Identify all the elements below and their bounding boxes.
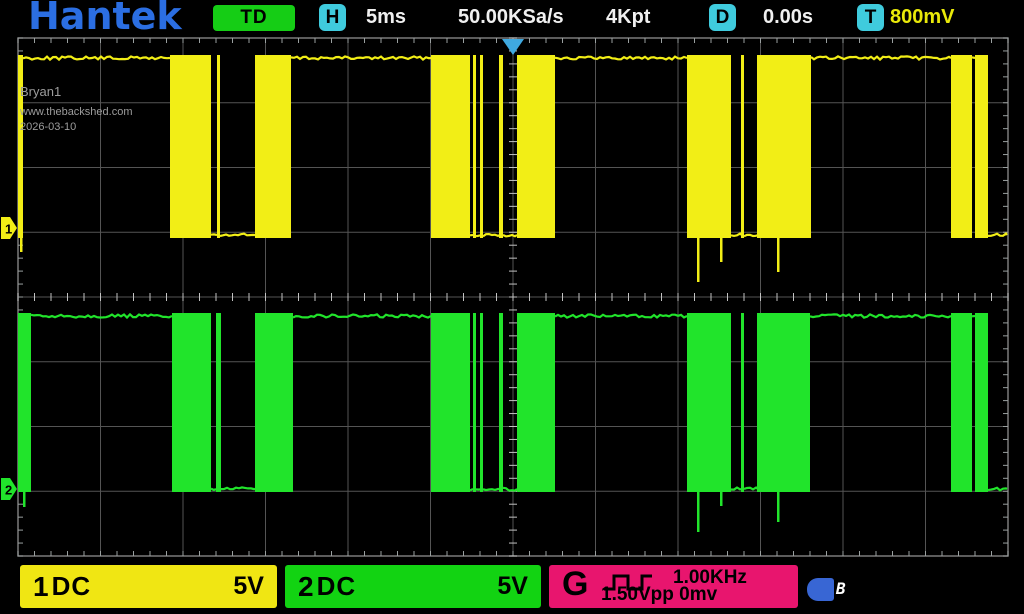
memory-depth-readout: 4Kpt [606, 6, 650, 29]
generator-label: G [562, 565, 588, 604]
sample-rate-readout: 50.00KSa/s [458, 6, 564, 29]
trigger-level-readout: 800mV [890, 6, 955, 29]
channel-marker-2[interactable]: 2 [5, 483, 12, 498]
channel2-volts-per-div: 5V [497, 572, 528, 601]
channel1-volts-per-div: 5V [233, 572, 264, 601]
generator-info-box[interactable]: G 1.00KHz 1.50Vpp 0mv [549, 565, 798, 608]
generator-amplitude-offset: 1.50Vpp 0mv [601, 584, 717, 606]
trigger-position-marker[interactable] [502, 39, 524, 55]
channel1-number: 1 [33, 571, 49, 603]
brand-logo: Hantek [28, 0, 182, 38]
trigger-status-badge[interactable]: TD [213, 5, 295, 31]
usb-device-icon [807, 578, 834, 601]
generator-offset: 0mv [679, 584, 717, 605]
top-status-bar: Hantek TD H 5ms 50.00KSa/s 4Kpt D 0.00s … [0, 0, 1024, 37]
watermark-username: Bryan1 [20, 85, 133, 98]
trigger-badge-icon[interactable]: T [857, 4, 884, 31]
channel-marker-1[interactable]: 1 [5, 222, 12, 237]
horizontal-badge-icon[interactable]: H [319, 4, 346, 31]
timebase-readout: 5ms [366, 6, 406, 29]
channel2-number: 2 [298, 571, 314, 603]
channel2-info-box[interactable]: 2 DC 5V [285, 565, 541, 608]
channel2-coupling: DC [317, 571, 357, 602]
generator-amplitude: 1.50Vpp [601, 584, 674, 605]
delay-badge-icon[interactable]: D [709, 4, 736, 31]
bottom-status-bar: 1 DC 5V 2 DC 5V G 1.00KHz 1.50Vpp 0mv B [0, 560, 1024, 614]
waveform-display: 12 [0, 0, 1024, 614]
usb-device-label: B [836, 579, 846, 598]
watermark-date: 2026-03-10 [20, 122, 133, 133]
channel1-info-box[interactable]: 1 DC 5V [20, 565, 277, 608]
watermark-website: www.thebackshed.com [20, 107, 133, 118]
watermark: Bryan1 www.thebackshed.com 2026-03-10 [20, 85, 133, 133]
channel1-coupling: DC [52, 571, 92, 602]
horizontal-offset-readout: 0.00s [763, 6, 813, 29]
oscilloscope-screen: Hantek TD H 5ms 50.00KSa/s 4Kpt D 0.00s … [0, 0, 1024, 614]
